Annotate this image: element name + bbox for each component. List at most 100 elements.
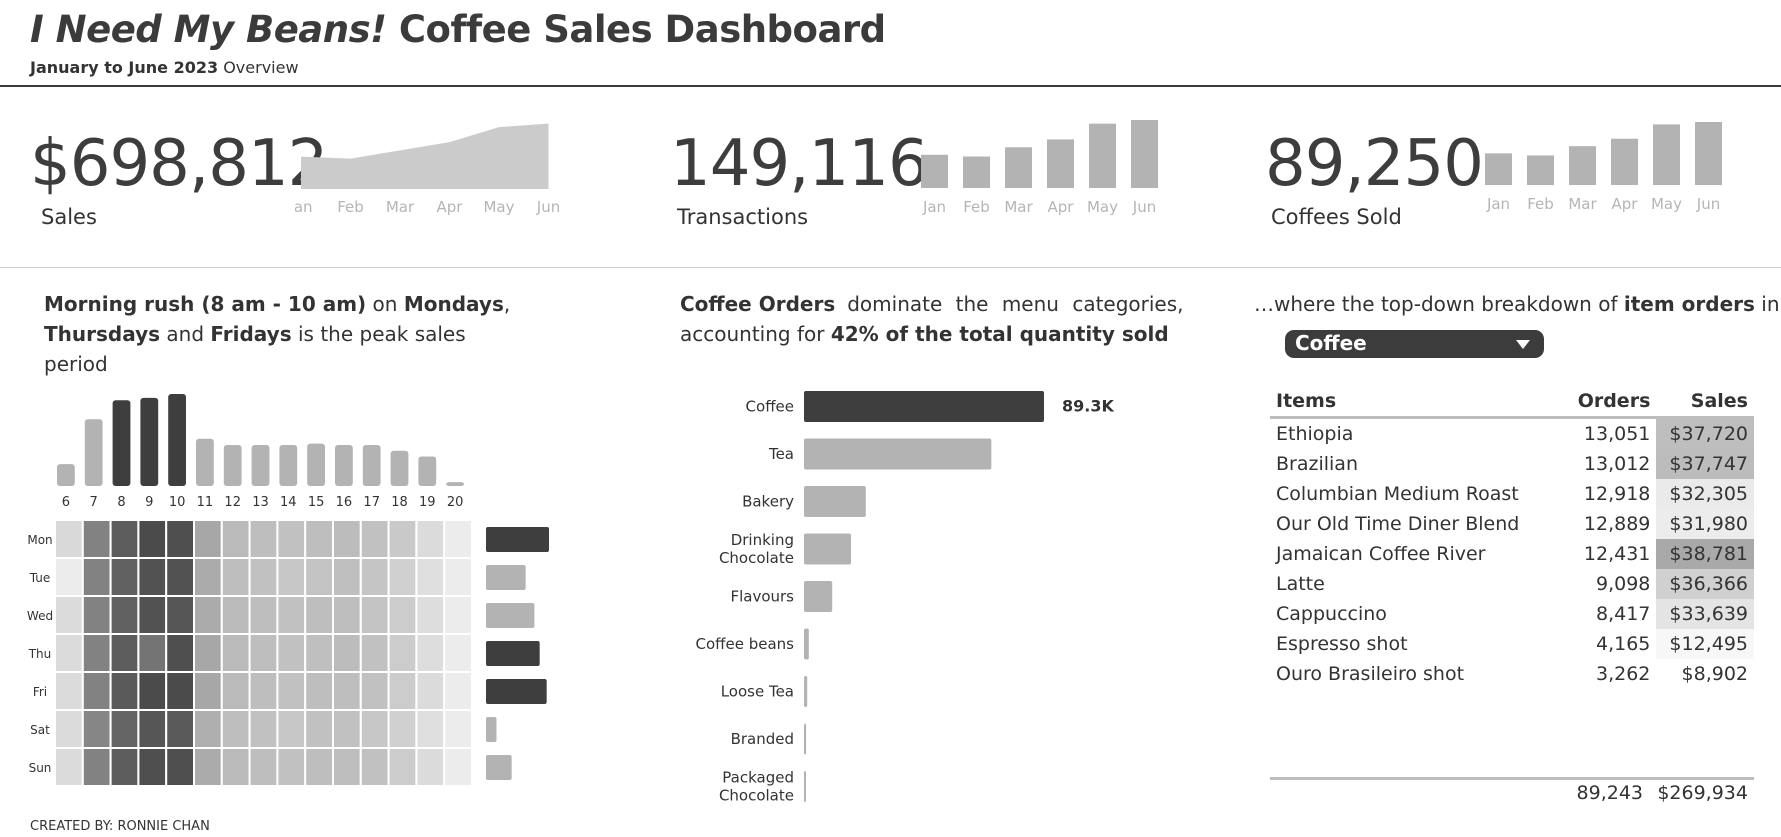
heatmap-cell bbox=[54, 595, 84, 635]
item-name: Espresso shot bbox=[1276, 633, 1408, 655]
month-tick-label: Feb bbox=[1527, 195, 1554, 213]
category-label: Branded bbox=[731, 730, 794, 748]
heatmap-cell bbox=[109, 519, 140, 559]
month-tick-label: Jan bbox=[922, 198, 946, 216]
heatmap-cell bbox=[387, 595, 418, 635]
item-name: Our Old Time Diner Blend bbox=[1276, 513, 1520, 535]
heatmap-cell bbox=[248, 671, 279, 711]
weekday-bar bbox=[486, 755, 512, 780]
items-total-divider bbox=[1270, 777, 1754, 780]
category-bar bbox=[804, 438, 992, 470]
heatmap-cell bbox=[359, 595, 390, 635]
month-bar bbox=[1131, 120, 1158, 188]
month-tick-label: Feb bbox=[963, 198, 990, 216]
heatmap-cell bbox=[248, 747, 279, 787]
kpi-transactions-label: Transactions bbox=[677, 205, 809, 229]
headline-text: and bbox=[160, 322, 211, 346]
category-label: Coffee beans bbox=[696, 635, 795, 653]
heatmap-cell bbox=[54, 633, 84, 673]
heatmap-cell bbox=[443, 709, 474, 749]
headline-text: , bbox=[503, 292, 511, 316]
item-name: Jamaican Coffee River bbox=[1276, 543, 1486, 565]
heatmap-cell bbox=[387, 633, 418, 673]
weekday-bar bbox=[486, 717, 497, 742]
heatmap-cell bbox=[304, 671, 335, 711]
headline-share: 42% of the total quantity sold bbox=[830, 322, 1169, 346]
headline-day: Thursdays bbox=[44, 322, 161, 346]
heatmap-cell bbox=[137, 633, 168, 673]
month-bar bbox=[921, 154, 948, 188]
items-header-row: Items Orders Sales bbox=[1270, 386, 1754, 418]
month-tick-label: Mar bbox=[1004, 198, 1033, 216]
month-bar bbox=[1569, 146, 1596, 185]
item-orders: 9,098 bbox=[1595, 573, 1651, 595]
heatmap-cell bbox=[54, 709, 84, 749]
category-filter-dropdown[interactable]: Coffee bbox=[1285, 330, 1544, 358]
month-bar bbox=[1611, 138, 1638, 185]
heatmap-cell bbox=[332, 633, 362, 673]
heatmap-cell bbox=[193, 709, 223, 749]
heatmap-cell bbox=[387, 709, 418, 749]
item-orders: 13,012 bbox=[1583, 453, 1651, 475]
transactions-trend-chart: Jan Feb Mar Apr May Jun bbox=[921, 120, 1158, 216]
heatmap-cell bbox=[81, 519, 112, 559]
heatmap-cell bbox=[332, 557, 362, 597]
heatmap-cell bbox=[443, 557, 474, 597]
peak-time-chart: 6 7 8 9 10 11 12 13 14 15 16 17 18 19 20 Mon Tue Wed Thu Fr… bbox=[27, 394, 549, 787]
month-tick-label: Jun bbox=[1132, 198, 1156, 216]
item-sales: $37,720 bbox=[1656, 417, 1754, 449]
kpi-sales-value: $698,812 bbox=[30, 127, 328, 201]
title-brand: I Need My Beans! bbox=[30, 8, 387, 51]
heatmap-cell bbox=[415, 633, 446, 673]
heatmap-cell bbox=[220, 671, 251, 711]
hour-tick-label: 7 bbox=[90, 495, 98, 510]
item-orders: 12,889 bbox=[1583, 513, 1651, 535]
heatmap-cell bbox=[54, 747, 84, 787]
hour-tick-label: 18 bbox=[391, 495, 408, 510]
item-name: Ethiopia bbox=[1276, 423, 1354, 445]
hour-tick-label: 8 bbox=[117, 495, 125, 510]
category-bar bbox=[804, 628, 809, 660]
kpi-divider bbox=[0, 267, 1781, 268]
heatmap-cell bbox=[359, 519, 390, 559]
heatmap-cell bbox=[304, 633, 335, 673]
item-orders: 8,417 bbox=[1595, 603, 1651, 625]
category-label: Drinking Chocolate bbox=[719, 531, 794, 567]
hour-tick-label: 10 bbox=[169, 495, 186, 510]
weekday-label: Fri bbox=[33, 685, 47, 699]
category-value-label: 89.3K bbox=[1062, 397, 1114, 416]
month-tick-label: Jun bbox=[536, 198, 560, 216]
category-bar bbox=[804, 391, 1044, 422]
item-sales: $36,366 bbox=[1656, 569, 1754, 599]
heatmap-cell bbox=[276, 557, 307, 597]
headline-peak-hours: Morning rush (8 am - 10 am) bbox=[44, 292, 367, 316]
heatmap-cell bbox=[276, 633, 307, 673]
table-row: Ethiopia 13,051 $37,720 bbox=[1270, 417, 1754, 449]
heatmap-cell bbox=[304, 747, 335, 787]
heatmap-cell bbox=[443, 595, 474, 635]
item-orders: 12,918 bbox=[1583, 483, 1651, 505]
heatmap-cell bbox=[54, 557, 84, 597]
heatmap-cell bbox=[276, 671, 307, 711]
headline-text: …where the top-down breakdown of bbox=[1254, 292, 1624, 316]
hour-bar bbox=[390, 450, 409, 486]
month-bar bbox=[1005, 147, 1032, 188]
item-sales: $33,639 bbox=[1656, 599, 1754, 629]
hour-tick-label: 16 bbox=[336, 495, 353, 510]
heatmap-cell bbox=[193, 747, 223, 787]
table-row: Latte 9,098 $36,366 bbox=[1270, 569, 1754, 599]
heatmap-cell bbox=[81, 671, 112, 711]
hour-bar bbox=[446, 482, 464, 486]
heatmap-cell bbox=[387, 747, 418, 787]
heatmap-cell bbox=[165, 557, 195, 597]
weekday-bar bbox=[486, 603, 535, 628]
table-row: Columbian Medium Roast 12,918 $32,305 bbox=[1270, 479, 1754, 509]
hour-tick-label: 15 bbox=[308, 495, 325, 510]
sales-area bbox=[301, 123, 549, 189]
item-name: Latte bbox=[1276, 573, 1325, 595]
hour-bar bbox=[57, 464, 75, 486]
category-bar bbox=[804, 581, 833, 612]
month-tick-label: May bbox=[483, 198, 514, 216]
weekday-label: Wed bbox=[27, 609, 53, 623]
hour-tick-label: 11 bbox=[197, 495, 214, 510]
